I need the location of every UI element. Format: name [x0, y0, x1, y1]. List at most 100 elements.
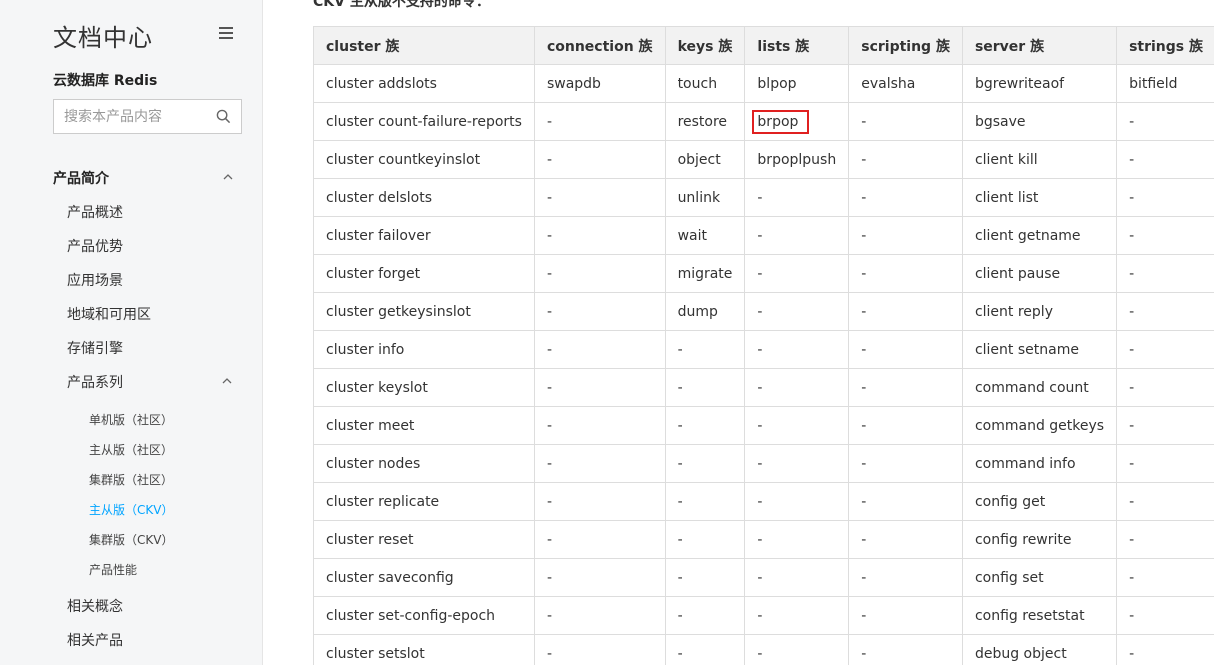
- table-cell: -: [848, 596, 963, 635]
- sidebar: 文档中心 云数据库 Redis 产品简介 产品概述 产品优势 应用场景 地域和可…: [0, 0, 263, 665]
- table-row: cluster addslots swapdb touch blpop evalsha b…: [313, 64, 1214, 103]
- table-cell: -: [744, 330, 850, 369]
- table-cell: -: [1116, 178, 1214, 217]
- table-row: cluster failover - wait - - client getname -: [313, 216, 1214, 255]
- table-row: cluster meet - - - - command getkeys -: [313, 406, 1214, 445]
- table-cell: -: [533, 368, 666, 407]
- search-icon[interactable]: [216, 109, 231, 124]
- menu-icon[interactable]: [219, 27, 233, 39]
- table-cell: -: [744, 368, 850, 407]
- table-cell: -: [664, 558, 746, 597]
- table-cell: client getname: [961, 216, 1118, 255]
- table-cell: client pause: [961, 254, 1118, 293]
- nav-sub-master-replica-ckv[interactable]: 主从版（CKV）: [89, 501, 173, 518]
- table-cell: -: [533, 178, 666, 217]
- nav-sub-performance[interactable]: 产品性能: [89, 561, 137, 578]
- table-cell: -: [664, 406, 746, 445]
- nav-section-product-intro[interactable]: 产品简介: [53, 168, 243, 188]
- table-cell: -: [848, 292, 963, 331]
- nav-sub-standalone-community[interactable]: 单机版（社区）: [89, 411, 173, 428]
- table-cell: command count: [961, 368, 1118, 407]
- nav-sub-master-replica-community[interactable]: 主从版（社区）: [89, 441, 173, 458]
- table-cell: client reply: [961, 292, 1118, 331]
- table-cell: -: [1116, 330, 1214, 369]
- table-cell: cluster count-failure-reports: [313, 102, 535, 141]
- table-cell: cluster set-config-epoch: [313, 596, 535, 635]
- column-header: connection 族: [533, 26, 666, 65]
- table-cell: config set: [961, 558, 1118, 597]
- table-cell: -: [533, 330, 666, 369]
- table-cell: restore: [664, 102, 746, 141]
- table-cell: -: [744, 292, 850, 331]
- table-cell: -: [1116, 444, 1214, 483]
- table-cell: -: [848, 216, 963, 255]
- table-cell: client kill: [961, 140, 1118, 179]
- product-name[interactable]: 云数据库 Redis: [53, 70, 157, 90]
- table-cell: -: [664, 444, 746, 483]
- table-cell: -: [664, 596, 746, 635]
- table-cell: swapdb: [533, 64, 666, 103]
- table-cell: -: [533, 558, 666, 597]
- table-row: cluster set-config-epoch - - - - config reset…: [313, 596, 1214, 635]
- table-cell: command info: [961, 444, 1118, 483]
- table-cell: -: [744, 254, 850, 293]
- nav-item-storage-engine[interactable]: 存储引擎: [67, 338, 123, 358]
- table-cell: -: [744, 406, 850, 445]
- table-cell: cluster forget: [313, 254, 535, 293]
- search-input[interactable]: [54, 100, 204, 133]
- table-cell: -: [1116, 482, 1214, 521]
- nav-item-overview[interactable]: 产品概述: [67, 202, 123, 222]
- doc-center-title[interactable]: 文档中心: [53, 18, 153, 53]
- table-header-row: cluster 族 connection 族 keys 族 lists 族 script…: [313, 26, 1214, 65]
- table-cell: -: [533, 140, 666, 179]
- table-cell: -: [1116, 634, 1214, 665]
- table-cell: cluster info: [313, 330, 535, 369]
- table-cell: cluster failover: [313, 216, 535, 255]
- nav-sub-cluster-community[interactable]: 集群版（社区）: [89, 471, 173, 488]
- table-row: cluster info - - - - client setname -: [313, 330, 1214, 369]
- column-header: lists 族: [744, 26, 850, 65]
- table-cell: -: [1116, 254, 1214, 293]
- table-cell: config resetstat: [961, 596, 1118, 635]
- table-cell: -: [533, 444, 666, 483]
- table-row: cluster forget - migrate - - client pause -: [313, 254, 1214, 293]
- nav-sub-cluster-ckv[interactable]: 集群版（CKV）: [89, 531, 173, 548]
- table-cell: cluster countkeyinslot: [313, 140, 535, 179]
- table-cell: cluster saveconfig: [313, 558, 535, 597]
- table-cell: -: [744, 178, 850, 217]
- table-cell: evalsha: [848, 64, 963, 103]
- table-cell: bgsave: [961, 102, 1118, 141]
- table-cell: -: [664, 520, 746, 559]
- chevron-up-icon: [222, 378, 232, 384]
- nav-item-scenarios[interactable]: 应用场景: [67, 270, 123, 290]
- nav-section-label: 产品简介: [53, 171, 109, 187]
- column-header: scripting 族: [848, 26, 963, 65]
- table-row: cluster setslot - - - - debug object -: [313, 634, 1214, 665]
- table-cell: blpop: [744, 64, 850, 103]
- table-row: cluster delslots - unlink - - client list -: [313, 178, 1214, 217]
- highlight-box: brpop: [752, 109, 810, 134]
- table-cell: -: [848, 444, 963, 483]
- nav-item-advantages[interactable]: 产品优势: [67, 236, 123, 256]
- table-cell: migrate: [664, 254, 746, 293]
- table-cell: -: [533, 634, 666, 665]
- column-header: keys 族: [664, 26, 746, 65]
- table-cell: -: [744, 520, 850, 559]
- nav-item-product-series[interactable]: 产品系列: [67, 372, 123, 392]
- table-cell: -: [664, 330, 746, 369]
- table-row: cluster replicate - - - - config get -: [313, 482, 1214, 521]
- table-cell: -: [664, 368, 746, 407]
- table-cell: dump: [664, 292, 746, 331]
- table-cell: cluster setslot: [313, 634, 535, 665]
- column-header: strings 族: [1116, 26, 1214, 65]
- nav-item-concepts[interactable]: 相关概念: [67, 596, 123, 616]
- table-row: cluster saveconfig - - - - config set -: [313, 558, 1214, 597]
- table-cell: -: [848, 406, 963, 445]
- table-cell: -: [533, 254, 666, 293]
- table-cell: -: [533, 596, 666, 635]
- table-cell: -: [533, 102, 666, 141]
- nav-item-related-products[interactable]: 相关产品: [67, 630, 123, 650]
- table-cell: client setname: [961, 330, 1118, 369]
- nav-item-regions[interactable]: 地域和可用区: [67, 304, 151, 324]
- table-cell: debug object: [961, 634, 1118, 665]
